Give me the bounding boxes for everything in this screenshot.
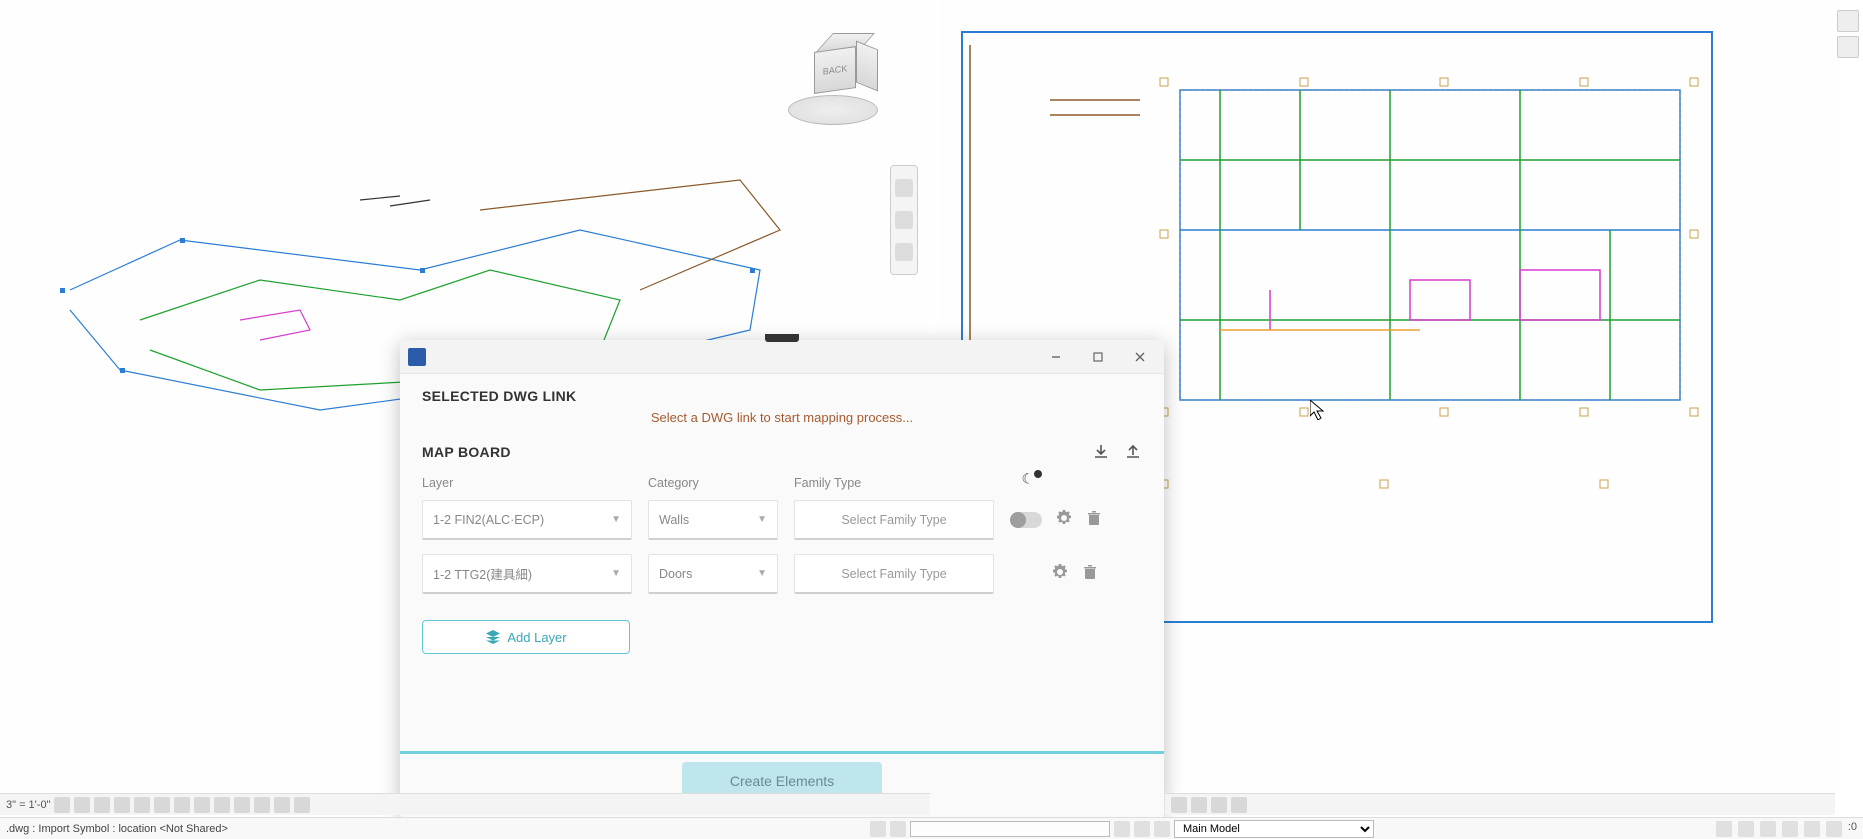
status-icon[interactable] — [870, 821, 886, 837]
layer-value: 1-2 TTG2(建具細) — [433, 564, 532, 583]
viewcube-side-face[interactable] — [856, 41, 878, 92]
select-face-icon[interactable] — [1782, 821, 1798, 837]
status-icon[interactable] — [890, 821, 906, 837]
app-icon — [408, 348, 426, 366]
chevron-down-icon: ▼ — [757, 568, 767, 579]
maximize-button[interactable] — [1078, 344, 1118, 370]
drag-elements-icon[interactable] — [1804, 821, 1820, 837]
layer-value: 1-2 FIN2(ALC·ECP) — [433, 513, 544, 527]
map-board-dialog: SELECTED DWG LINK Select a DWG link to s… — [400, 340, 1164, 818]
selected-dwg-link-title: SELECTED DWG LINK — [422, 388, 1142, 404]
status-icon[interactable] — [1154, 821, 1170, 837]
layer-dropdown[interactable]: 1-2 FIN2(ALC·ECP) ▼ — [422, 500, 632, 540]
temp-hide-icon[interactable] — [234, 797, 250, 813]
visual-style-icon[interactable] — [94, 797, 110, 813]
workset-select[interactable]: Main Model — [1174, 820, 1374, 838]
minimize-button[interactable] — [1036, 344, 1076, 370]
category-dropdown[interactable]: Doors ▼ — [648, 554, 778, 594]
select-pinned-icon[interactable] — [1760, 821, 1776, 837]
category-value: Walls — [659, 513, 689, 527]
add-layer-label: Add Layer — [507, 630, 566, 645]
header-layer: Layer — [422, 476, 632, 490]
trash-icon[interactable] — [1082, 564, 1098, 585]
chevron-down-icon: ▼ — [611, 568, 621, 579]
left-view-control-bar[interactable]: 3" = 1'-0" — [0, 793, 930, 815]
shadows-icon[interactable] — [1231, 797, 1247, 813]
visual-style-icon[interactable] — [1191, 797, 1207, 813]
status-icon[interactable] — [1134, 821, 1150, 837]
status-icon[interactable] — [1114, 821, 1130, 837]
layer-dropdown[interactable]: 1-2 TTG2(建具細) ▼ — [422, 554, 632, 594]
reveal-hidden-icon[interactable] — [254, 797, 270, 813]
rendering-icon[interactable] — [154, 797, 170, 813]
family-placeholder: Select Family Type — [841, 567, 946, 581]
gear-icon[interactable] — [1052, 564, 1068, 585]
status-text: .dwg : Import Symbol : location <Not Sha… — [6, 823, 228, 835]
map-row: 1-2 TTG2(建具細) ▼ Doors ▼ Select Family Ty… — [422, 554, 1142, 594]
tool-icon[interactable] — [1837, 36, 1859, 58]
viewcube-front-face[interactable]: BACK — [814, 46, 856, 94]
map-row: 1-2 FIN2(ALC·ECP) ▼ Walls ▼ Select Famil… — [422, 500, 1142, 540]
header-category: Category — [648, 476, 778, 490]
import-icon[interactable] — [1092, 443, 1110, 466]
nav-zoom-icon[interactable] — [895, 243, 913, 261]
unlock-icon[interactable] — [214, 797, 230, 813]
family-placeholder: Select Family Type — [841, 513, 946, 527]
gear-icon[interactable] — [1056, 510, 1072, 531]
family-type-dropdown[interactable]: Select Family Type — [794, 554, 994, 594]
filter-icon[interactable] — [1826, 821, 1842, 837]
close-button[interactable] — [1120, 344, 1160, 370]
crop-icon[interactable] — [174, 797, 190, 813]
scale-label[interactable]: 3" = 1'-0" — [6, 799, 50, 811]
nav-wheel-icon[interactable] — [895, 179, 913, 197]
shadows-icon[interactable] — [134, 797, 150, 813]
right-view-control-bar[interactable] — [1165, 793, 1835, 815]
viewcube-compass[interactable] — [788, 95, 878, 125]
progress-bar — [910, 821, 1110, 837]
dialog-titlebar[interactable] — [400, 340, 1164, 374]
navigation-bar[interactable] — [890, 165, 918, 275]
export-icon[interactable] — [1124, 443, 1142, 466]
chevron-down-icon: ▼ — [611, 514, 621, 525]
titlebar-grip[interactable] — [765, 334, 799, 342]
detail-level-icon[interactable] — [74, 797, 90, 813]
sun-path-icon[interactable] — [1211, 797, 1227, 813]
hint-text: Select a DWG link to start mapping proce… — [422, 410, 1142, 425]
detail-level-icon[interactable] — [1171, 797, 1187, 813]
category-dropdown[interactable]: Walls ▼ — [648, 500, 778, 540]
crop-region-icon[interactable] — [194, 797, 210, 813]
select-underlay-icon[interactable] — [1738, 821, 1754, 837]
header-family: Family Type — [794, 476, 994, 490]
family-type-dropdown[interactable]: Select Family Type — [794, 500, 994, 540]
right-sidebar-tools[interactable] — [1837, 10, 1861, 58]
row-toggle[interactable] — [1010, 512, 1042, 528]
filter-count: :0 — [1848, 821, 1857, 837]
nav-pan-icon[interactable] — [895, 211, 913, 229]
status-bar: .dwg : Import Symbol : location <Not Sha… — [0, 817, 1863, 839]
chevron-down-icon: ▼ — [757, 514, 767, 525]
select-links-icon[interactable] — [1716, 821, 1732, 837]
map-board-title: MAP BOARD — [422, 444, 511, 460]
worksharing-icon[interactable] — [274, 797, 290, 813]
info-badge-icon[interactable]: ☾ — [1021, 470, 1042, 488]
viewcube[interactable]: BACK — [778, 25, 888, 135]
tool-icon[interactable] — [1837, 10, 1859, 32]
footer-divider — [400, 751, 1164, 754]
constraints-icon[interactable] — [294, 797, 310, 813]
scale-icon[interactable] — [54, 797, 70, 813]
category-value: Doors — [659, 567, 692, 581]
add-layer-button[interactable]: Add Layer — [422, 620, 630, 654]
trash-icon[interactable] — [1086, 510, 1102, 531]
sun-path-icon[interactable] — [114, 797, 130, 813]
